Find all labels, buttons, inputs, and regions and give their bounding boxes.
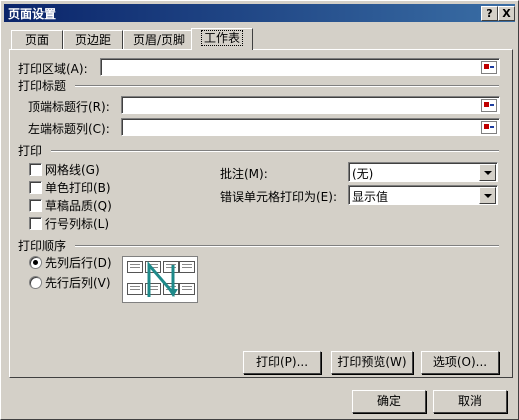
rows-to-repeat-label: 顶端标题行(R): [28, 100, 110, 114]
rows-to-repeat-input[interactable] [121, 96, 500, 114]
options-button[interactable]: 选项(O)... [421, 351, 499, 374]
ok-button[interactable]: 确定 [352, 390, 426, 413]
page-order-group-label: 打印顺序 [18, 239, 67, 253]
cols-to-repeat-input[interactable] [121, 118, 500, 136]
black-white-label[interactable]: 单色打印(B) [45, 179, 111, 196]
page-setup-dialog: 页面设置 ? X 页面 页边距 页眉/页脚 工作表 打印区域(A): 打印标题 … [0, 0, 519, 420]
tab-page-label: 页面 [24, 33, 49, 47]
row-col-headings-checkbox[interactable] [29, 217, 42, 230]
draft-quality-checkbox[interactable] [29, 199, 42, 212]
page-order-divider [75, 245, 499, 247]
print-button[interactable]: 打印(P)... [243, 351, 321, 374]
row-col-headings-label[interactable]: 行号列标(L) [45, 215, 109, 232]
page-order-arrow-icon [147, 260, 178, 298]
tab-sheet-label: 工作表 [200, 30, 243, 46]
dropdown-arrow-icon[interactable] [479, 187, 496, 204]
tab-header-footer[interactable]: 页眉/页脚 [123, 30, 195, 49]
draft-quality-label[interactable]: 草稿品质(Q) [45, 197, 112, 214]
print-preview-button[interactable]: 打印预览(W) [331, 351, 413, 374]
print-titles-divider [75, 85, 499, 87]
title-bar[interactable]: 页面设置 ? X [4, 4, 515, 22]
dropdown-arrow-icon[interactable] [479, 164, 496, 181]
comments-label: 批注(M): [220, 167, 268, 181]
tab-page[interactable]: 页面 [11, 30, 63, 49]
print-area-input[interactable] [100, 58, 500, 76]
cancel-button[interactable]: 取消 [433, 390, 507, 413]
comments-select[interactable]: (无) [348, 162, 498, 182]
collapse-dialog-icon[interactable] [481, 99, 497, 112]
gridlines-label[interactable]: 网格线(G) [45, 161, 100, 178]
tab-header-footer-label: 页眉/页脚 [132, 33, 186, 47]
down-then-over-label[interactable]: 先列后行(D) [45, 254, 112, 271]
collapse-dialog-icon[interactable] [481, 121, 497, 134]
black-white-checkbox[interactable] [29, 181, 42, 194]
tab-margins-label: 页边距 [74, 33, 111, 47]
gridlines-checkbox[interactable] [29, 163, 42, 176]
print-group-divider [51, 150, 499, 152]
down-then-over-radio[interactable] [29, 256, 42, 269]
tab-margins[interactable]: 页边距 [63, 30, 123, 49]
print-area-label: 打印区域(A): [18, 62, 88, 76]
print-group-label: 打印 [18, 144, 43, 158]
page-order-preview-image [122, 256, 198, 303]
comments-selected-value: (无) [352, 167, 374, 181]
over-then-down-label[interactable]: 先行后列(V) [45, 274, 111, 291]
cell-errors-label: 错误单元格打印为(E): [220, 190, 337, 204]
cols-to-repeat-label: 左端标题列(C): [28, 122, 110, 136]
over-then-down-radio[interactable] [29, 276, 42, 289]
collapse-dialog-icon[interactable] [481, 61, 497, 74]
tab-sheet[interactable]: 工作表 [191, 28, 253, 50]
close-button[interactable]: X [498, 6, 515, 21]
cell-errors-select[interactable]: 显示值 [348, 185, 498, 205]
cell-errors-selected-value: 显示值 [352, 190, 389, 204]
window-title: 页面设置 [8, 7, 57, 21]
help-button[interactable]: ? [481, 6, 498, 21]
print-titles-group-label: 打印标题 [18, 79, 67, 93]
